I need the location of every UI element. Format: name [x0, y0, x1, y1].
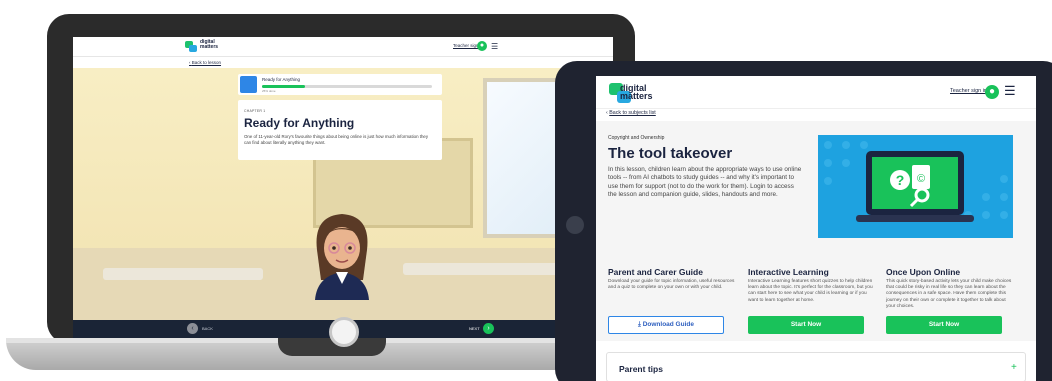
- svg-text:?: ?: [896, 172, 905, 188]
- chapter-title: Ready for Anything: [244, 116, 355, 130]
- chapter-label: CHAPTER 1: [244, 109, 266, 113]
- lesson-category: Copyright and Ownership: [608, 135, 665, 141]
- svg-text:©: ©: [917, 173, 925, 185]
- column-text: This quick story-based activity lets you…: [886, 279, 1012, 309]
- chapter-body: One of 11-year-old Rory's favourite thin…: [244, 134, 429, 145]
- lesson-thumbnail-icon: [240, 76, 257, 93]
- progress-bar: [262, 85, 432, 88]
- back-button-label[interactable]: BACK: [202, 326, 213, 331]
- tablet-header: digital matters Teacher sign in ● ☰: [596, 76, 1036, 109]
- character-illustration: [315, 214, 369, 300]
- once-upon-online-column: Once Upon Online This quick story-based …: [886, 267, 1016, 310]
- tablet-screen: digital matters Teacher sign in ● ☰ ‹ Ba…: [596, 76, 1036, 381]
- start-once-upon-online-button[interactable]: Start Now: [886, 316, 1002, 334]
- column-heading: Once Upon Online: [886, 267, 961, 277]
- laptop-illustration-icon: ? ©: [818, 135, 1013, 238]
- device-mockup-scene: digital matters Teacher sign in ● ☰ ‹ Ba…: [0, 0, 1052, 381]
- teacher-signin-link[interactable]: Teacher sign in: [950, 88, 987, 94]
- start-interactive-learning-button[interactable]: Start Now: [748, 316, 864, 334]
- classroom-desk: [103, 268, 263, 280]
- logo-text[interactable]: digital matters: [200, 40, 218, 50]
- lesson-hero: Copyright and Ownership The tool takeove…: [596, 121, 1036, 341]
- lesson-description: In this lesson, children learn about the…: [608, 166, 802, 198]
- logo-line-2: matters: [200, 44, 219, 50]
- user-icon[interactable]: ●: [985, 85, 999, 99]
- parent-guide-column: Parent and Carer Guide Download your gui…: [608, 267, 738, 291]
- logo-icon[interactable]: [185, 41, 198, 52]
- back-to-subjects-link[interactable]: ‹ Back to subjects list: [606, 110, 656, 116]
- play-button-icon[interactable]: [329, 317, 359, 347]
- chapter-card: CHAPTER 1 Ready for Anything One of 11-y…: [238, 100, 442, 160]
- logo-line-2: matters: [620, 91, 653, 101]
- progress-card: Ready for Anything 25% done: [238, 74, 442, 95]
- next-button-label[interactable]: NEXT: [469, 326, 480, 331]
- progress-bar-fill: [262, 85, 305, 88]
- user-icon[interactable]: ●: [477, 41, 487, 51]
- column-text: Interactive Learning features short quiz…: [748, 279, 873, 303]
- parent-tips-label: Parent tips: [619, 364, 663, 374]
- expand-plus-icon[interactable]: +: [1011, 362, 1017, 373]
- back-arrow-icon[interactable]: ‹: [187, 323, 198, 334]
- column-heading: Interactive Learning: [748, 267, 829, 277]
- back-link-label: Back to lesson: [191, 60, 222, 65]
- tablet-camera-icon: [566, 216, 584, 234]
- progress-title: Ready for Anything: [262, 77, 301, 82]
- classroom-desk: [403, 263, 573, 275]
- laptop-screen: digital matters Teacher sign in ● ☰ ‹ Ba…: [73, 37, 613, 338]
- column-text: Download your guide for topic informatio…: [608, 279, 735, 291]
- download-guide-button[interactable]: ⤓ Download Guide: [608, 316, 724, 334]
- progress-percent: 25% done: [262, 89, 276, 93]
- next-arrow-icon[interactable]: ›: [483, 323, 494, 334]
- hamburger-menu-icon[interactable]: ☰: [491, 43, 498, 51]
- column-heading: Parent and Carer Guide: [608, 267, 703, 277]
- interactive-learning-column: Interactive Learning Interactive Learnin…: [748, 267, 878, 304]
- lesson-title: The tool takeover: [608, 145, 733, 162]
- laptop-header: digital matters Teacher sign in ● ☰: [73, 37, 613, 57]
- hamburger-menu-icon[interactable]: ☰: [1004, 84, 1016, 97]
- back-link-label: Back to subjects list: [609, 110, 656, 116]
- back-to-lesson-link[interactable]: ‹ Back to lesson: [73, 57, 613, 68]
- parent-tips-accordion[interactable]: Parent tips +: [606, 352, 1026, 381]
- download-guide-label: Download Guide: [642, 321, 694, 328]
- logo-text[interactable]: digital matters: [620, 84, 653, 101]
- download-icon: ⤓: [638, 321, 641, 328]
